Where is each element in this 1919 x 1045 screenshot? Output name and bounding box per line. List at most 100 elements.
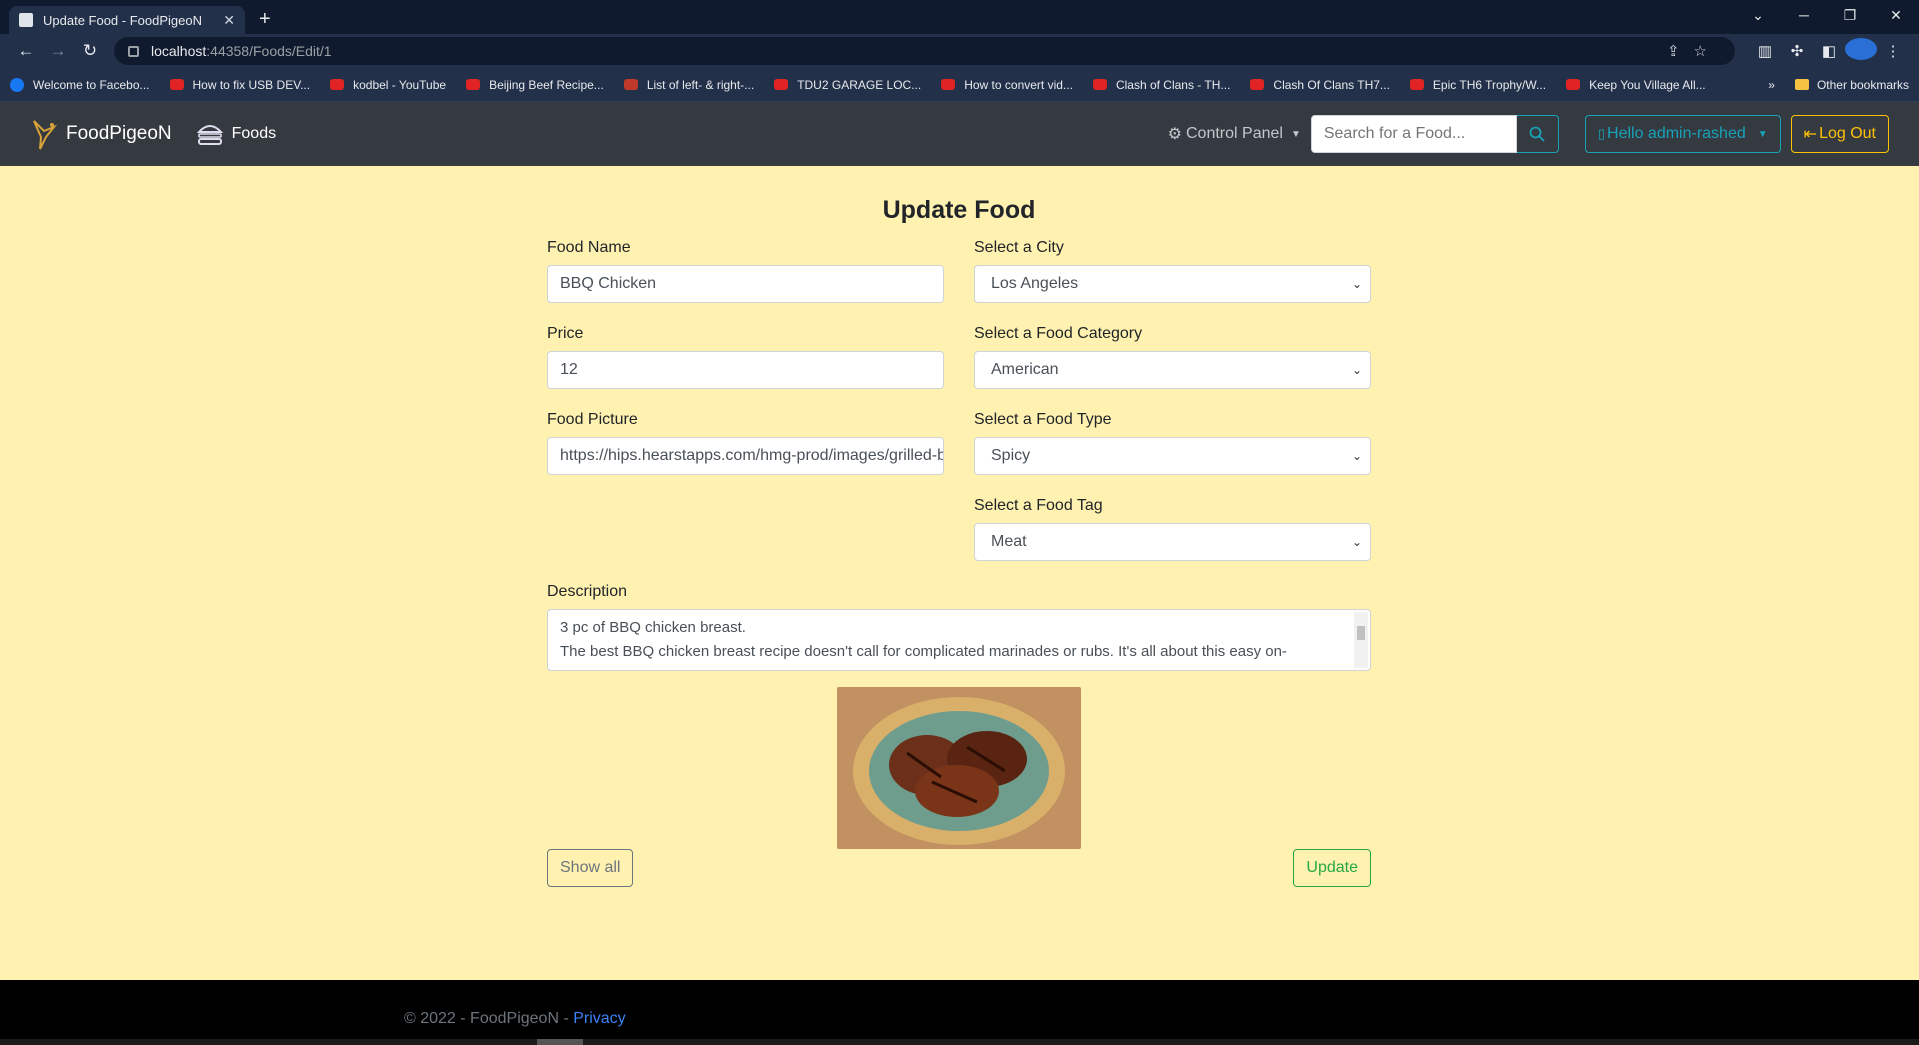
side-panel-icon[interactable]: ◧ xyxy=(1813,42,1845,60)
horizontal-scrollbar[interactable] xyxy=(0,1039,1919,1045)
description-textarea[interactable]: 3 pc of BBQ chicken breast. The best BBQ… xyxy=(547,609,1371,671)
tab-search-icon[interactable]: ⌄ xyxy=(1735,7,1781,24)
food-type-label: Select a Food Type xyxy=(974,411,1112,428)
restore-icon[interactable]: ❐ xyxy=(1827,7,1873,24)
search-button[interactable] xyxy=(1516,115,1559,153)
page-title: Update Food xyxy=(882,196,1036,224)
bookmark-item[interactable]: How to fix USB DEV... xyxy=(169,77,311,92)
description-label: Description xyxy=(547,583,628,600)
food-name-input[interactable]: BBQ Chicken xyxy=(547,265,944,303)
update-button[interactable]: Update xyxy=(1293,849,1371,887)
bookmark-label: Epic TH6 Trophy/W... xyxy=(1432,77,1547,92)
nav-foods-label: Foods xyxy=(231,125,277,142)
food-type-select[interactable]: Spicy ⌄ xyxy=(974,437,1371,475)
more-bookmarks-icon[interactable]: » xyxy=(1768,78,1775,92)
address-bar: ← → ↻ localhost:44358/Foods/Edit/1 ⇪☆ ▥ … xyxy=(0,34,1919,68)
form-left-column: Food Name BBQ Chicken Price 12 Food Pict… xyxy=(547,239,944,583)
brand-link[interactable]: FoodPigeoN xyxy=(30,117,172,151)
nav-foods-link[interactable]: Foods xyxy=(196,120,276,148)
youtube-icon xyxy=(1566,79,1581,90)
caret-down-icon: ▼ xyxy=(1757,128,1768,140)
url-field[interactable]: localhost:44358/Foods/Edit/1 ⇪☆ xyxy=(114,37,1735,65)
food-tag-select[interactable]: Meat ⌄ xyxy=(974,523,1371,561)
lock-icon[interactable] xyxy=(128,45,139,57)
bookmarks-bar: Welcome to Facebo... How to fix USB DEV.… xyxy=(0,68,1919,102)
bookmark-item[interactable]: Clash of Clans - TH... xyxy=(1092,77,1231,92)
description-line: The best BBQ chicken breast recipe doesn… xyxy=(560,643,1287,660)
bookmark-item[interactable]: Keep You Village All... xyxy=(1566,78,1706,92)
bookmark-label: TDU2 GARAGE LOC... xyxy=(797,77,922,92)
bookmark-item[interactable]: kodbel - YouTube xyxy=(330,78,446,92)
other-bookmarks[interactable]: Other bookmarks xyxy=(1794,78,1909,92)
new-tab-icon[interactable]: + xyxy=(259,8,271,31)
close-tab-icon[interactable]: ✕ xyxy=(223,12,235,29)
form-actions: Show all Update xyxy=(547,849,1371,887)
browser-tab[interactable]: Update Food - FoodPigeoN ✕ xyxy=(9,6,245,34)
extension-chart-icon[interactable]: ▥ xyxy=(1749,42,1781,60)
reload-icon[interactable]: ↻ xyxy=(74,41,106,61)
minimize-icon[interactable]: ─ xyxy=(1781,7,1827,23)
bookmark-item[interactable]: Clash Of Clans TH7... xyxy=(1250,77,1390,92)
category-label: Select a Food Category xyxy=(974,325,1143,342)
category-select[interactable]: American ⌄ xyxy=(974,351,1371,389)
browser-menu-icon[interactable]: ⋮ xyxy=(1877,42,1909,60)
privacy-link[interactable]: Privacy xyxy=(573,1010,625,1027)
chevron-down-icon: ⌄ xyxy=(1351,449,1362,463)
price-input[interactable]: 12 xyxy=(547,351,944,389)
category-value: American xyxy=(991,361,1059,378)
url-host: localhost xyxy=(151,43,207,59)
burger-icon xyxy=(196,125,223,145)
bookmark-item[interactable]: TDU2 GARAGE LOC... xyxy=(774,78,921,92)
window-controls: ⌄ ─ ❐ ✕ xyxy=(1735,0,1919,30)
logout-label: Log Out xyxy=(1819,125,1876,142)
bookmark-label: Clash Of Clans TH7... xyxy=(1273,77,1390,92)
browser-tab-bar: Update Food - FoodPigeoN ✕ + ⌄ ─ ❐ ✕ xyxy=(0,0,1919,34)
share-icon[interactable]: ⇪ xyxy=(1667,43,1694,60)
city-label: Select a City xyxy=(974,239,1064,256)
folder-icon xyxy=(1794,79,1809,90)
search-icon xyxy=(1529,126,1545,142)
bookmark-item[interactable]: Beijing Beef Recipe... xyxy=(466,78,604,92)
youtube-icon xyxy=(1092,79,1107,90)
bookmark-item[interactable]: How to convert vid... xyxy=(941,78,1073,92)
bookmark-item[interactable]: List of left- & right-... xyxy=(623,78,754,92)
user-menu-button[interactable]: ▯ Hello admin-rashed ▼ xyxy=(1584,115,1781,153)
back-icon[interactable]: ← xyxy=(10,41,42,61)
close-window-icon[interactable]: ✕ xyxy=(1873,7,1919,24)
bookmark-label: How to fix USB DEV... xyxy=(192,77,311,92)
search-form xyxy=(1310,115,1559,153)
user-badge-icon: ▯ xyxy=(1597,126,1606,141)
control-panel-label: Control Panel xyxy=(1186,125,1283,142)
chevron-down-icon: ⌄ xyxy=(1351,277,1362,291)
description-line: 3 pc of BBQ chicken breast. xyxy=(560,619,746,636)
chevron-down-icon: ⌄ xyxy=(1351,363,1362,377)
city-select[interactable]: Los Angeles ⌄ xyxy=(974,265,1371,303)
wiki-icon xyxy=(623,79,638,90)
extensions-puzzle-icon[interactable]: ✣ xyxy=(1781,42,1813,60)
price-label: Price xyxy=(547,325,584,342)
copyright-text: © 2022 - FoodPigeoN - xyxy=(404,1010,574,1027)
profile-avatar[interactable] xyxy=(1845,38,1877,64)
show-all-button[interactable]: Show all xyxy=(547,849,634,887)
textarea-scrollbar[interactable] xyxy=(1354,612,1368,668)
food-picture-input[interactable]: https://hips.hearstapps.com/hmg-prod/ima… xyxy=(547,437,944,475)
bookmark-label: Beijing Beef Recipe... xyxy=(489,77,604,92)
youtube-icon xyxy=(941,79,956,90)
bookmark-item[interactable]: Welcome to Facebo... xyxy=(10,77,150,92)
extension-toolbar: ▥ ✣ ◧ ⋮ xyxy=(1749,38,1909,64)
forward-icon[interactable]: → xyxy=(42,41,74,61)
bookmark-label: Keep You Village All... xyxy=(1589,77,1706,92)
bookmark-star-icon[interactable]: ☆ xyxy=(1694,43,1721,60)
food-tag-label: Select a Food Tag xyxy=(974,497,1103,514)
youtube-icon xyxy=(1250,79,1265,90)
logout-button[interactable]: ⇤ Log Out xyxy=(1790,115,1889,153)
caret-down-icon: ▼ xyxy=(1290,128,1301,140)
omnibox-icons: ⇪☆ xyxy=(1667,42,1721,60)
control-panel-dropdown[interactable]: ⚙ Control Panel ▼ xyxy=(1168,124,1301,144)
bookmark-item[interactable]: Epic TH6 Trophy/W... xyxy=(1409,77,1547,92)
bookmark-label: Clash of Clans - TH... xyxy=(1115,77,1231,92)
food-tag-value: Meat xyxy=(991,533,1027,550)
logout-icon: ⇤ xyxy=(1803,126,1818,143)
search-input[interactable] xyxy=(1310,115,1517,153)
pigeon-logo-icon xyxy=(33,120,58,150)
